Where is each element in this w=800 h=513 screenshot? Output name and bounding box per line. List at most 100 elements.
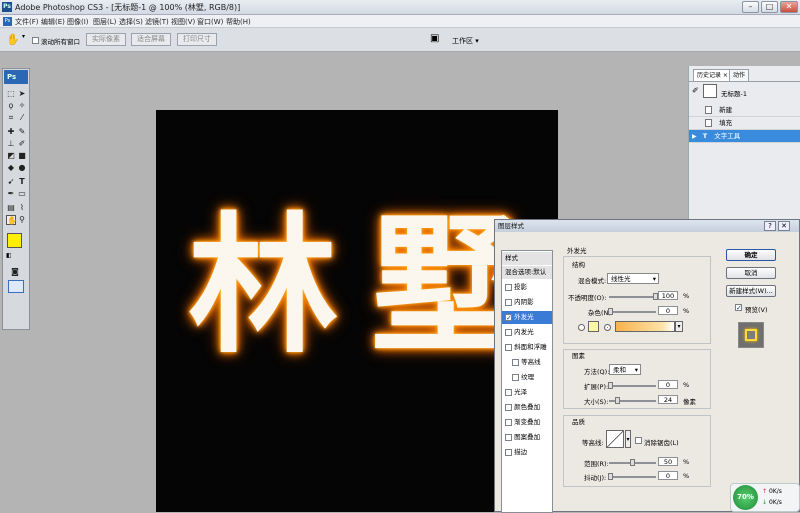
foreground-color-swatch[interactable] — [7, 233, 22, 248]
style-item-inner-shadow[interactable]: 内阴影 — [502, 296, 552, 309]
workspace-menu[interactable]: 工作区 ▾ — [452, 36, 479, 46]
menu-layer[interactable]: 图层(L) — [93, 17, 116, 27]
history-brush-tool-icon[interactable]: ✐ — [17, 139, 27, 149]
tab-actions[interactable]: 动作 — [729, 69, 750, 81]
jitter-slider[interactable] — [609, 476, 656, 478]
print-size-button[interactable]: 打印尺寸 — [177, 33, 217, 46]
style-item-outer-glow[interactable]: 外发光 — [502, 311, 552, 324]
ok-button[interactable]: 确定 — [726, 249, 776, 261]
maximize-button[interactable]: □ — [761, 1, 778, 13]
move-tool-icon[interactable]: ➤ — [17, 89, 27, 99]
scroll-all-windows-checkbox[interactable] — [32, 36, 39, 44]
cancel-button[interactable]: 取消 — [726, 267, 776, 279]
style-item-stroke[interactable]: 描边 — [502, 446, 552, 459]
preview-checkbox[interactable] — [735, 303, 742, 311]
menu-edit[interactable]: 编辑(E) — [41, 17, 65, 27]
noise-slider[interactable] — [609, 311, 656, 313]
size-field[interactable]: 24 — [658, 395, 678, 404]
shape-tool-icon[interactable]: ▭ — [17, 189, 27, 199]
menu-filter[interactable]: 滤镜(T) — [145, 17, 169, 27]
healing-brush-tool-icon[interactable]: ✚ — [6, 127, 16, 137]
opacity-slider[interactable] — [609, 296, 656, 298]
menu-select[interactable]: 选择(S) — [119, 17, 143, 27]
fit-screen-button[interactable]: 适合屏幕 — [131, 33, 171, 46]
menu-window[interactable]: 窗口(W) — [197, 17, 223, 27]
lasso-tool-icon[interactable]: ϙ — [6, 101, 16, 111]
history-item-selected[interactable]: ▶ T 文字工具 — [689, 130, 800, 143]
style-item-bevel-emboss[interactable]: 斜面和浮雕 — [502, 341, 552, 354]
slice-tool-icon[interactable]: ⁄ — [17, 113, 27, 123]
jitter-slider-thumb[interactable] — [608, 473, 613, 480]
tab-history[interactable]: 历史记录 × — [693, 69, 732, 81]
style-item-satin[interactable]: 光泽 — [502, 386, 552, 399]
menu-image[interactable]: 图像(I) — [67, 17, 89, 27]
range-field[interactable]: 50 — [658, 457, 678, 466]
bridge-icon[interactable]: ▣ — [430, 33, 442, 45]
notes-tool-icon[interactable]: ▤ — [6, 203, 16, 213]
menu-view[interactable]: 视图(V) — [171, 17, 195, 27]
dialog-close-button[interactable]: ✕ — [778, 221, 790, 231]
anti-alias-checkbox[interactable] — [635, 436, 642, 444]
glow-color-swatch[interactable] — [588, 321, 599, 332]
screen-mode-icon[interactable] — [8, 280, 24, 293]
blend-mode-select[interactable]: 线性光 ▾ — [607, 273, 659, 284]
new-style-button[interactable]: 新建样式(W)... — [726, 285, 776, 297]
style-item-gradient-overlay[interactable]: 渐变叠加 — [502, 416, 552, 429]
contour-thumbnail[interactable] — [606, 430, 624, 448]
style-item-pattern-overlay[interactable]: 图案叠加 — [502, 431, 552, 444]
eraser-tool-icon[interactable]: ◩ — [6, 151, 16, 161]
style-item-drop-shadow[interactable]: 投影 — [502, 281, 552, 294]
snapshot-thumbnail[interactable] — [703, 84, 717, 98]
type-tool-icon[interactable]: T — [17, 177, 27, 187]
brush-tool-icon[interactable]: ✎ — [17, 127, 27, 137]
spread-slider-thumb[interactable] — [608, 382, 613, 389]
style-item-color-overlay[interactable]: 颜色叠加 — [502, 401, 552, 414]
gradient-dropdown-chevron-icon[interactable]: ▾ — [675, 321, 683, 332]
spread-slider[interactable] — [609, 385, 656, 387]
style-item-inner-glow[interactable]: 内发光 — [502, 326, 552, 339]
hand-tool-icon[interactable]: ✋ — [6, 33, 20, 46]
noise-slider-thumb[interactable] — [608, 308, 613, 315]
dodge-tool-icon[interactable]: ● — [17, 163, 27, 173]
hand-tool-icon[interactable]: ✋ — [6, 215, 17, 225]
close-button[interactable]: ✕ — [780, 1, 798, 13]
technique-select[interactable]: 柔和 ▾ — [609, 364, 641, 375]
history-item[interactable]: 新建 — [689, 104, 800, 117]
range-slider-thumb[interactable] — [630, 459, 635, 466]
style-item-texture[interactable]: 纹理 — [502, 371, 552, 384]
gradient-radio[interactable] — [604, 324, 611, 331]
blending-options-item[interactable]: 混合选项:默认 — [502, 266, 552, 279]
blur-tool-icon[interactable]: ◆ — [6, 163, 16, 173]
solid-color-radio[interactable] — [578, 324, 585, 331]
pen-tool-icon[interactable]: ✒ — [6, 189, 16, 199]
snapshot-name[interactable]: 无标题-1 — [721, 88, 747, 98]
zoom-tool-icon[interactable]: ⚲ — [17, 215, 27, 225]
ps-menu-icon[interactable]: Ps — [3, 17, 12, 26]
eyedropper-tool-icon[interactable]: ⌇ — [17, 203, 27, 213]
minimize-button[interactable]: – — [742, 1, 759, 13]
tool-preset-chevron-icon[interactable]: ▾ — [22, 33, 25, 40]
menu-file[interactable]: 文件(F) — [15, 17, 39, 27]
opacity-field[interactable]: 100 — [658, 291, 678, 300]
crop-tool-icon[interactable]: ⌗ — [6, 113, 16, 123]
marquee-tool-icon[interactable]: ⬚ — [6, 89, 16, 99]
network-speed-widget[interactable]: 70% ↑ 0K/s ↓ 0K/s — [730, 483, 800, 512]
history-item[interactable]: 填充 — [689, 117, 800, 130]
default-colors-icon[interactable]: ◧ — [6, 252, 12, 259]
noise-field[interactable]: 0 — [658, 306, 678, 315]
magic-wand-tool-icon[interactable]: ✧ — [17, 101, 27, 111]
gradient-tool-icon[interactable]: ■ — [17, 151, 27, 161]
contour-dropdown-chevron-icon[interactable]: ▾ — [625, 430, 631, 448]
jitter-field[interactable]: 0 — [658, 471, 678, 480]
clone-stamp-tool-icon[interactable]: ⊥ — [6, 139, 16, 149]
size-slider-thumb[interactable] — [615, 397, 620, 404]
path-selection-tool-icon[interactable]: ➹ — [6, 177, 16, 187]
style-item-contour[interactable]: 等高线 — [502, 356, 552, 369]
glow-gradient-picker[interactable] — [615, 321, 675, 332]
history-brush-source-icon[interactable]: ✐ — [692, 86, 699, 95]
styles-header[interactable]: 样式 — [502, 252, 552, 265]
spread-field[interactable]: 0 — [658, 380, 678, 389]
help-button[interactable]: ? — [764, 221, 776, 231]
quick-mask-icon[interactable]: ◙ — [10, 267, 20, 277]
menu-help[interactable]: 帮助(H) — [226, 17, 251, 27]
